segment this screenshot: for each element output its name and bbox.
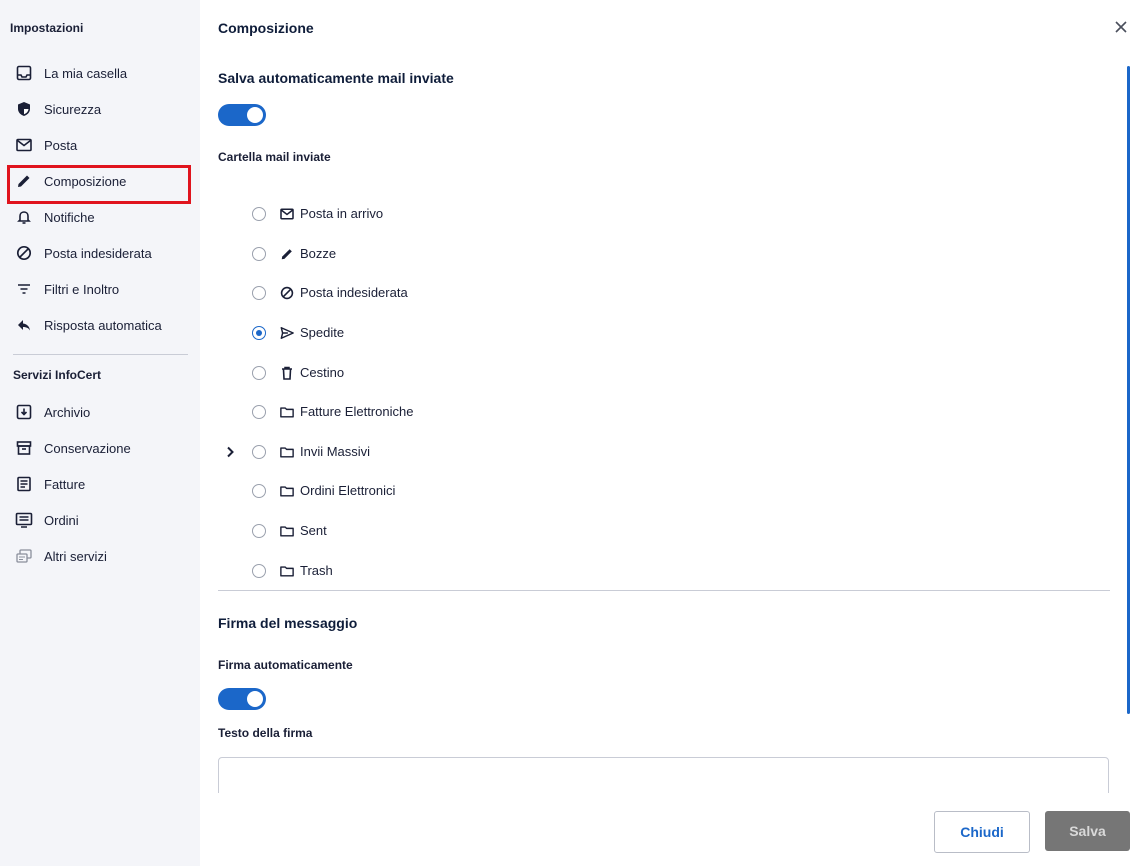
inbox-icon xyxy=(14,63,34,83)
sidebar-services-heading: Servizi InfoCert xyxy=(13,368,102,382)
folder-option-sent: Sent xyxy=(218,519,1098,543)
auto-sign-toggle[interactable] xyxy=(218,688,266,710)
folder-icon xyxy=(279,563,295,579)
folder-option-ordini-elettronici: Ordini Elettronici xyxy=(218,479,1098,503)
sidebar-item-label: Posta xyxy=(44,137,78,153)
auto-sign-label: Firma automaticamente xyxy=(218,658,353,672)
orders-icon xyxy=(14,510,34,530)
folder-radio[interactable] xyxy=(252,564,266,578)
sidebar-item-conservazione[interactable]: Conservazione xyxy=(14,434,190,462)
mail-icon xyxy=(279,206,295,222)
folder-radio[interactable] xyxy=(252,484,266,498)
folder-radio[interactable] xyxy=(252,524,266,538)
folder-label: Cestino xyxy=(300,365,345,380)
sidebar-item-ordini[interactable]: Ordini xyxy=(14,506,190,534)
sidebar-item-la-mia-casella[interactable]: La mia casella xyxy=(14,59,190,87)
toggle-knob xyxy=(247,107,263,123)
sidebar-item-label: Conservazione xyxy=(44,440,131,456)
folder-option-bozze: Bozze xyxy=(218,242,1098,266)
toggle-knob xyxy=(247,691,263,707)
folder-radio[interactable] xyxy=(252,247,266,261)
sidebar-item-label: Filtri e Inoltro xyxy=(44,281,120,297)
signature-title: Firma del messaggio xyxy=(218,615,358,631)
sidebar-item-risposta-automatica[interactable]: Risposta automatica xyxy=(14,311,190,339)
sidebar-item-archivio[interactable]: Archivio xyxy=(14,398,190,426)
sidebar-item-notifiche[interactable]: Notifiche xyxy=(14,203,190,231)
sidebar-item-label: Risposta automatica xyxy=(44,317,162,333)
close-icon[interactable] xyxy=(1112,18,1130,36)
filter-icon xyxy=(14,279,34,299)
block-icon xyxy=(279,285,295,301)
folder-option-invii-massivi: Invii Massivi xyxy=(218,440,1098,464)
folder-radio[interactable] xyxy=(252,286,266,300)
sidebar-item-label: Posta indesiderata xyxy=(44,245,152,261)
scrollbar[interactable] xyxy=(1127,66,1130,714)
sidebar-item-fatture[interactable]: Fatture xyxy=(14,470,190,498)
send-icon xyxy=(279,325,295,341)
folder-label: Invii Massivi xyxy=(300,444,371,459)
sidebar-item-label: Archivio xyxy=(44,404,91,420)
settings-sidebar: Impostazioni La mia casella Sicurezza Po… xyxy=(0,0,200,866)
sent-folder-label: Cartella mail inviate xyxy=(218,150,331,164)
archive-icon xyxy=(14,402,34,422)
folder-radio[interactable] xyxy=(252,207,266,221)
folder-label: Posta indesiderata xyxy=(300,285,408,300)
folder-radio-selected[interactable] xyxy=(252,326,266,340)
folder-option-spedite: Spedite xyxy=(218,321,1098,345)
sidebar-item-label: Sicurezza xyxy=(44,101,102,117)
sidebar-item-posta-indesiderata[interactable]: Posta indesiderata xyxy=(14,239,190,267)
settings-content: Composizione Salva automaticamente mail … xyxy=(200,0,1146,866)
folder-label: Spedite xyxy=(300,325,345,340)
bell-icon xyxy=(14,207,34,227)
folder-option-trash: Trash xyxy=(218,559,1098,583)
folder-label: Posta in arrivo xyxy=(300,206,384,221)
sidebar-item-altri-servizi[interactable]: Altri servizi xyxy=(14,542,190,570)
folder-label: Ordini Elettronici xyxy=(300,483,396,498)
sidebar-item-label: La mia casella xyxy=(44,65,128,81)
page-title: Composizione xyxy=(218,20,314,36)
folder-option-fatture-elettroniche: Fatture Elettroniche xyxy=(218,400,1098,424)
save-button[interactable]: Salva xyxy=(1045,811,1130,851)
sidebar-item-label: Fatture xyxy=(44,476,86,492)
sidebar-divider xyxy=(13,354,188,355)
folder-label: Sent xyxy=(300,523,327,538)
folder-icon xyxy=(279,404,295,420)
sidebar-item-filtri-inoltro[interactable]: Filtri e Inoltro xyxy=(14,275,190,303)
folder-option-posta-in-arrivo: Posta in arrivo xyxy=(218,202,1098,226)
dialog-footer: Chiudi Salva xyxy=(200,793,1146,866)
invoice-icon xyxy=(14,474,34,494)
folder-icon xyxy=(279,444,295,460)
pencil-icon xyxy=(279,246,295,262)
folder-label: Fatture Elettroniche xyxy=(300,404,414,419)
sidebar-item-sicurezza[interactable]: Sicurezza xyxy=(14,95,190,123)
autosave-title: Salva automaticamente mail inviate xyxy=(218,70,454,86)
sidebar-item-posta[interactable]: Posta xyxy=(14,131,190,159)
sidebar-item-label: Ordini xyxy=(44,512,79,528)
sidebar-item-label: Altri servizi xyxy=(44,548,107,564)
folder-label: Trash xyxy=(300,563,333,578)
reply-icon xyxy=(14,315,34,335)
close-button[interactable]: Chiudi xyxy=(934,811,1030,853)
folder-label: Bozze xyxy=(300,246,337,261)
folder-option-posta-indesiderata: Posta indesiderata xyxy=(218,281,1098,305)
selected-item-highlight xyxy=(7,165,191,204)
storage-box-icon xyxy=(14,438,34,458)
mail-icon xyxy=(14,135,34,155)
autosave-toggle[interactable] xyxy=(218,104,266,126)
other-services-icon xyxy=(14,546,34,566)
folder-radio[interactable] xyxy=(252,445,266,459)
sidebar-item-label: Notifiche xyxy=(44,209,95,225)
section-divider xyxy=(218,590,1110,591)
folder-icon xyxy=(279,523,295,539)
folder-option-cestino: Cestino xyxy=(218,361,1098,385)
folder-icon xyxy=(279,483,295,499)
folder-radio[interactable] xyxy=(252,366,266,380)
block-icon xyxy=(14,243,34,263)
folder-radio[interactable] xyxy=(252,405,266,419)
shield-icon xyxy=(14,99,34,119)
trash-icon xyxy=(279,365,295,381)
signature-text-label: Testo della firma xyxy=(218,726,313,740)
sidebar-heading: Impostazioni xyxy=(10,21,84,35)
chevron-right-icon[interactable] xyxy=(222,444,238,460)
